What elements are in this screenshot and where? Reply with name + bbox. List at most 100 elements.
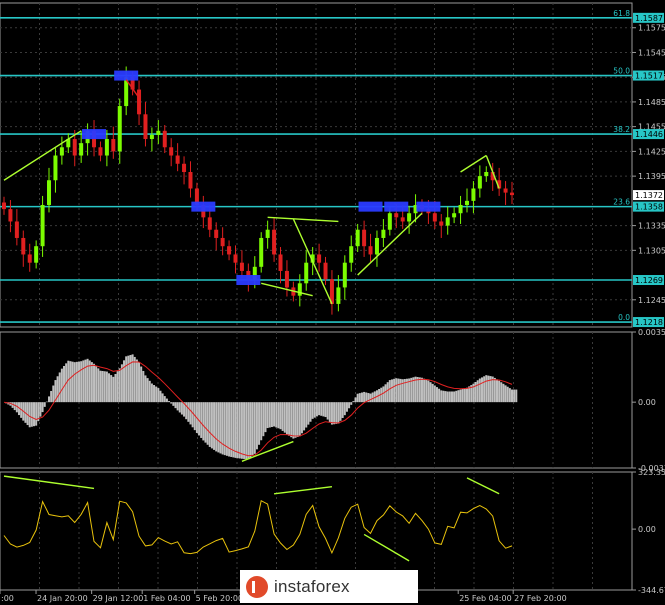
candle-body: [387, 213, 392, 230]
candle-body: [47, 180, 52, 205]
macd-bar: [138, 362, 141, 403]
candle-body: [484, 172, 489, 177]
fib-price-label: 1.1446: [635, 130, 663, 139]
macd-bar: [285, 402, 288, 435]
time-tick-label: 1 Feb 04:00: [143, 594, 190, 603]
macd-bar: [326, 402, 329, 420]
fib-ratio-label: 23.6: [613, 198, 630, 207]
cci-line: [3, 499, 513, 555]
macd-bar: [69, 361, 72, 403]
macd-bar: [120, 364, 123, 403]
macd-bar: [189, 402, 192, 425]
macd-bar: [101, 370, 104, 403]
macd-bar: [390, 379, 393, 403]
macd-bar: [350, 402, 353, 405]
macd-bar: [238, 402, 241, 459]
candle-body: [27, 254, 32, 263]
macd-bar: [281, 402, 284, 431]
macd-bar: [73, 362, 76, 403]
fib-ratio-label: 61.8: [613, 9, 630, 18]
macd-bar: [210, 402, 213, 449]
macd-bar: [425, 379, 428, 403]
candle-body: [355, 229, 360, 247]
macd-bar: [50, 390, 53, 403]
time-tick-label: 27 Feb 20:00: [514, 594, 566, 603]
macd-bar: [116, 371, 119, 403]
candle-body: [374, 237, 379, 255]
candle-body: [169, 147, 174, 156]
macd-bar: [498, 380, 501, 403]
fib-price-label: 1.1269: [635, 276, 663, 285]
fib-ratio-label: 50.0: [613, 67, 630, 76]
price-pane: 1.15751.15451.15151.14851.14551.14251.13…: [0, 2, 665, 328]
candle-body: [503, 188, 508, 193]
macd-bar: [459, 389, 462, 403]
macd-bar: [58, 372, 61, 403]
macd-pane: 0.003560.00-0.00334: [0, 328, 665, 473]
candle-body: [117, 106, 122, 152]
macd-bar: [427, 380, 430, 403]
macd-bar: [264, 402, 267, 433]
candle-body: [259, 237, 264, 267]
macd-bar: [337, 402, 340, 424]
candle-body: [72, 139, 77, 156]
macd-bar: [155, 386, 158, 403]
macd-bar: [39, 402, 42, 417]
macd-bar: [440, 390, 443, 403]
macd-bar: [168, 401, 171, 403]
macd-bar: [500, 382, 503, 403]
candle-body: [111, 139, 116, 152]
macd-bar: [260, 402, 263, 441]
candle-body: [471, 188, 476, 201]
macd-bar: [508, 388, 511, 403]
cci-trendline-4: [466, 477, 500, 495]
macd-bar: [341, 402, 344, 418]
level-zone-marker: [82, 129, 107, 140]
fib-price-label: 1.1517: [635, 72, 663, 81]
candle-body: [21, 237, 26, 255]
macd-bar: [142, 370, 145, 403]
cci-trendline-1: [3, 475, 95, 490]
price-tick-label: 1.1485: [638, 98, 665, 107]
macd-bar: [129, 355, 132, 403]
candle-body: [227, 246, 232, 255]
macd-bar: [474, 382, 477, 403]
price-tick-label: 1.1305: [638, 246, 665, 255]
macd-bar: [435, 387, 438, 403]
macd-bar: [270, 402, 273, 428]
macd-bar: [348, 402, 351, 409]
macd-bar: [315, 402, 318, 417]
candle-body: [214, 229, 219, 238]
macd-bar: [358, 393, 361, 403]
macd-bar: [86, 358, 89, 403]
candle-body: [464, 200, 469, 205]
macd-bar: [118, 368, 121, 403]
macd-bar: [213, 402, 216, 450]
macd-bar: [95, 366, 98, 403]
macd-bar: [418, 377, 421, 403]
current-price-label: 1.1372: [635, 191, 663, 200]
macd-bar: [279, 402, 282, 430]
macd-bar: [157, 388, 160, 403]
macd-bar: [163, 396, 166, 403]
level-zone-marker: [191, 201, 216, 212]
macd-bar: [99, 370, 102, 403]
macd-bar: [78, 361, 81, 403]
macd-bar: [217, 402, 220, 453]
candle-body: [162, 130, 167, 148]
macd-bar: [84, 359, 87, 403]
macd-bar: [174, 402, 177, 409]
candle-body: [510, 192, 514, 196]
macd-bar: [176, 402, 179, 411]
macd-bar: [277, 402, 280, 429]
macd-bar: [71, 361, 74, 403]
macd-bar: [249, 402, 252, 458]
macd-bar: [339, 402, 342, 421]
time-tick-label: :00: [1, 594, 14, 603]
macd-bar: [198, 402, 201, 436]
level-zone-marker: [236, 275, 261, 286]
macd-bar: [322, 402, 325, 417]
macd-bar: [478, 378, 481, 403]
candle-body: [458, 204, 463, 214]
macd-bar: [221, 402, 224, 455]
